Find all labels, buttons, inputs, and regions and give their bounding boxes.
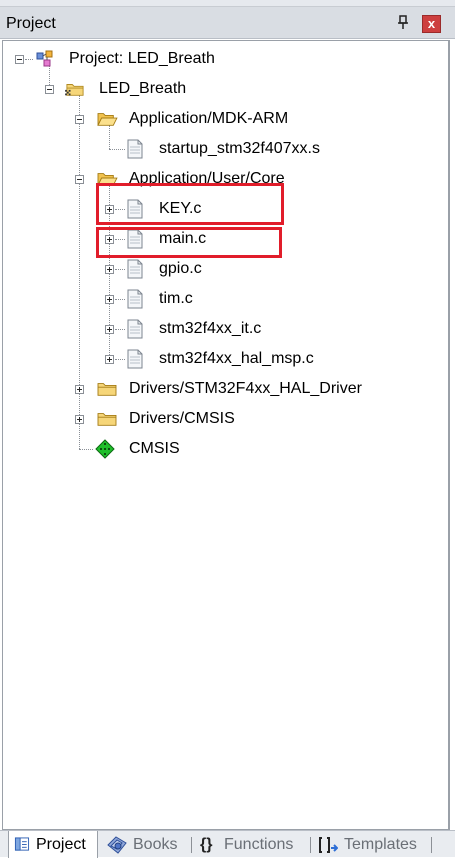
component-icon <box>95 439 115 459</box>
tab-functions[interactable]: {} Functions <box>196 831 306 858</box>
expand-icon[interactable] <box>105 325 114 334</box>
expand-icon[interactable] <box>105 355 114 364</box>
tab-separator <box>431 837 432 853</box>
file-icon <box>127 139 143 159</box>
tree-item-label: tim.c <box>159 290 193 307</box>
collapse-icon[interactable] <box>15 55 24 64</box>
file-icon <box>127 319 143 339</box>
tab-books[interactable]: Books <box>100 831 184 858</box>
tree-item-file-it[interactable]: stm32f4xx_it.c <box>3 317 443 341</box>
tree-item-component-cmsis[interactable]: CMSIS <box>3 437 443 461</box>
collapse-icon[interactable] <box>75 115 84 124</box>
tree-line <box>109 149 125 150</box>
templates-icon <box>319 837 338 853</box>
target-folder-icon <box>65 84 84 96</box>
tree-item-file-main[interactable]: main.c <box>3 227 443 251</box>
tab-project[interactable]: Project <box>8 831 98 858</box>
folder-icon <box>97 413 117 426</box>
toolbar-strip <box>0 0 455 7</box>
tree-line <box>115 329 125 330</box>
tree-line <box>115 239 125 240</box>
panel-tab-bar: Project Books {} Functions Templates <box>0 830 455 858</box>
tab-label: Functions <box>224 836 294 853</box>
file-icon <box>127 229 143 249</box>
tab-separator <box>191 837 192 853</box>
tree-item-label: stm32f4xx_it.c <box>159 320 262 337</box>
file-icon <box>127 349 143 369</box>
tab-templates[interactable]: Templates <box>314 831 426 858</box>
expand-icon[interactable] <box>105 265 114 274</box>
tree-item-label: gpio.c <box>159 260 202 277</box>
open-folder-icon <box>97 113 118 126</box>
file-icon <box>127 289 143 309</box>
tree-item-project-root[interactable]: Project: LED_Breath <box>3 47 443 71</box>
tree-item-file-startup[interactable]: startup_stm32f407xx.s <box>3 137 443 161</box>
tree-line <box>115 209 125 210</box>
project-icon <box>36 50 53 67</box>
expand-icon[interactable] <box>75 415 84 424</box>
expand-icon[interactable] <box>105 205 114 214</box>
tab-label: Templates <box>344 836 417 853</box>
tree-item-file-gpio[interactable]: gpio.c <box>3 257 443 281</box>
project-tab-icon <box>14 837 30 851</box>
panel-titlebar: Project x <box>0 7 455 39</box>
collapse-icon[interactable] <box>45 85 54 94</box>
panel-title: Project <box>6 15 56 32</box>
tree-item-file-tim[interactable]: tim.c <box>3 287 443 311</box>
open-folder-icon <box>97 173 118 186</box>
tree-item-file-key[interactable]: KEY.c <box>3 197 443 221</box>
tree-item-target[interactable]: LED_Breath <box>3 77 443 101</box>
tree-item-group-hal-driver[interactable]: Drivers/STM32F4xx_HAL_Driver <box>3 377 443 401</box>
tree-line <box>25 59 33 60</box>
tree-line <box>79 449 93 450</box>
folder-icon <box>97 383 117 396</box>
close-icon: x <box>427 16 436 31</box>
project-tree[interactable]: Project: LED_Breath LED_Breath Applicati… <box>2 40 450 830</box>
collapse-icon[interactable] <box>75 175 84 184</box>
expand-icon[interactable] <box>75 385 84 394</box>
tree-item-group-user-core[interactable]: Application/User/Core <box>3 167 443 191</box>
expand-icon[interactable] <box>105 235 114 244</box>
tab-label: Books <box>133 836 178 853</box>
tree-item-label: CMSIS <box>129 440 180 457</box>
tab-label: Project <box>36 836 86 853</box>
tree-line <box>115 359 125 360</box>
tree-item-label: Project: LED_Breath <box>69 50 215 67</box>
tree-item-label: Application/User/Core <box>129 170 285 187</box>
tree-item-label: startup_stm32f407xx.s <box>159 140 320 157</box>
tree-item-label: LED_Breath <box>99 80 187 97</box>
tree-item-group-cmsis-drivers[interactable]: Drivers/CMSIS <box>3 407 443 431</box>
pin-icon[interactable] <box>396 15 410 31</box>
tree-item-label: KEY.c <box>159 200 202 217</box>
tree-item-label: Drivers/CMSIS <box>129 410 235 427</box>
tab-separator <box>310 837 311 853</box>
tree-line <box>115 269 125 270</box>
tree-item-label: Drivers/STM32F4xx_HAL_Driver <box>129 380 362 397</box>
close-button[interactable]: x <box>422 15 441 33</box>
functions-icon: {} <box>200 836 213 853</box>
tree-item-file-msp[interactable]: stm32f4xx_hal_msp.c <box>3 347 443 371</box>
tree-item-label: main.c <box>159 230 207 247</box>
file-icon <box>127 259 143 279</box>
expand-icon[interactable] <box>105 295 114 304</box>
tree-item-label: stm32f4xx_hal_msp.c <box>159 350 314 367</box>
tree-item-label: Application/MDK-ARM <box>129 110 289 127</box>
books-icon <box>107 836 127 854</box>
file-icon <box>127 199 143 219</box>
tree-item-group-mdk-arm[interactable]: Application/MDK-ARM <box>3 107 443 131</box>
tree-line <box>115 299 125 300</box>
